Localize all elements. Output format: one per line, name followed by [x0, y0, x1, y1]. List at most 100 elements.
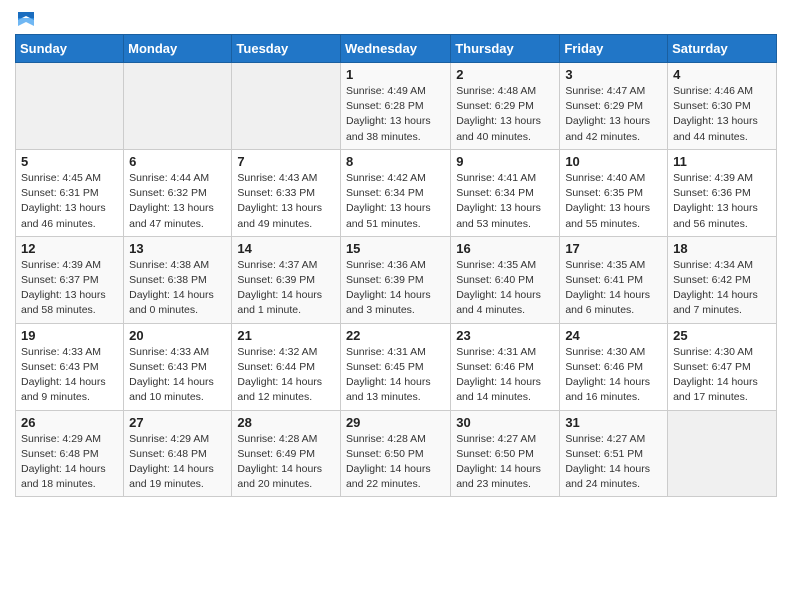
calendar-week-5: 26 Sunrise: 4:29 AM Sunset: 6:48 PM Dayli…: [16, 410, 777, 497]
calendar-week-4: 19 Sunrise: 4:33 AM Sunset: 6:43 PM Dayli…: [16, 323, 777, 410]
day-info: Sunrise: 4:33 AM Sunset: 6:43 PM Dayligh…: [129, 345, 226, 406]
calendar-cell: 10 Sunrise: 4:40 AM Sunset: 6:35 PM Dayli…: [560, 149, 668, 236]
day-info: Sunrise: 4:39 AM Sunset: 6:36 PM Dayligh…: [673, 171, 771, 232]
day-number: 13: [129, 241, 226, 256]
day-info: Sunrise: 4:35 AM Sunset: 6:41 PM Dayligh…: [565, 258, 662, 319]
day-info: Sunrise: 4:37 AM Sunset: 6:39 PM Dayligh…: [237, 258, 335, 319]
day-number: 12: [21, 241, 118, 256]
day-number: 8: [346, 154, 445, 169]
day-number: 26: [21, 415, 118, 430]
day-info: Sunrise: 4:46 AM Sunset: 6:30 PM Dayligh…: [673, 84, 771, 145]
day-number: 29: [346, 415, 445, 430]
weekday-header-friday: Friday: [560, 35, 668, 63]
calendar-cell: 30 Sunrise: 4:27 AM Sunset: 6:50 PM Dayli…: [451, 410, 560, 497]
calendar-week-1: 1Sunrise: 4:49 AM Sunset: 6:28 PM Daylig…: [16, 63, 777, 150]
calendar-cell: 25Sunrise: 4:30 AM Sunset: 6:47 PM Dayli…: [668, 323, 777, 410]
day-number: 3: [565, 67, 662, 82]
calendar-cell: 3 Sunrise: 4:47 AM Sunset: 6:29 PM Daylig…: [560, 63, 668, 150]
calendar-cell: 28Sunrise: 4:28 AM Sunset: 6:49 PM Dayli…: [232, 410, 341, 497]
calendar-cell: 11 Sunrise: 4:39 AM Sunset: 6:36 PM Dayli…: [668, 149, 777, 236]
day-info: Sunrise: 4:31 AM Sunset: 6:46 PM Dayligh…: [456, 345, 554, 406]
day-number: 17: [565, 241, 662, 256]
day-info: Sunrise: 4:43 AM Sunset: 6:33 PM Dayligh…: [237, 171, 335, 232]
day-info: Sunrise: 4:32 AM Sunset: 6:44 PM Dayligh…: [237, 345, 335, 406]
calendar-cell: 7 Sunrise: 4:43 AM Sunset: 6:33 PM Daylig…: [232, 149, 341, 236]
calendar-cell: 6 Sunrise: 4:44 AM Sunset: 6:32 PM Daylig…: [124, 149, 232, 236]
day-info: Sunrise: 4:36 AM Sunset: 6:39 PM Dayligh…: [346, 258, 445, 319]
logo-flag-icon: [16, 10, 38, 28]
calendar-cell: 12 Sunrise: 4:39 AM Sunset: 6:37 PM Dayli…: [16, 236, 124, 323]
weekday-header-sunday: Sunday: [16, 35, 124, 63]
day-number: 15: [346, 241, 445, 256]
day-number: 7: [237, 154, 335, 169]
calendar-cell: 23 Sunrise: 4:31 AM Sunset: 6:46 PM Dayli…: [451, 323, 560, 410]
calendar-cell: 29 Sunrise: 4:28 AM Sunset: 6:50 PM Dayli…: [340, 410, 450, 497]
day-info: Sunrise: 4:34 AM Sunset: 6:42 PM Dayligh…: [673, 258, 771, 319]
day-number: 27: [129, 415, 226, 430]
day-info: Sunrise: 4:47 AM Sunset: 6:29 PM Dayligh…: [565, 84, 662, 145]
calendar-cell: 8 Sunrise: 4:42 AM Sunset: 6:34 PM Daylig…: [340, 149, 450, 236]
day-info: Sunrise: 4:28 AM Sunset: 6:50 PM Dayligh…: [346, 432, 445, 493]
day-info: Sunrise: 4:29 AM Sunset: 6:48 PM Dayligh…: [21, 432, 118, 493]
day-number: 10: [565, 154, 662, 169]
day-number: 19: [21, 328, 118, 343]
day-info: Sunrise: 4:40 AM Sunset: 6:35 PM Dayligh…: [565, 171, 662, 232]
day-number: 9: [456, 154, 554, 169]
day-info: Sunrise: 4:27 AM Sunset: 6:50 PM Dayligh…: [456, 432, 554, 493]
calendar-cell: 5 Sunrise: 4:45 AM Sunset: 6:31 PM Daylig…: [16, 149, 124, 236]
day-info: Sunrise: 4:44 AM Sunset: 6:32 PM Dayligh…: [129, 171, 226, 232]
calendar-cell: [16, 63, 124, 150]
calendar-cell: 19 Sunrise: 4:33 AM Sunset: 6:43 PM Dayli…: [16, 323, 124, 410]
calendar-cell: 27 Sunrise: 4:29 AM Sunset: 6:48 PM Dayli…: [124, 410, 232, 497]
day-number: 18: [673, 241, 771, 256]
calendar-cell: [232, 63, 341, 150]
logo: [15, 10, 38, 26]
weekday-header-row: SundayMondayTuesdayWednesdayThursdayFrid…: [16, 35, 777, 63]
calendar-cell: 20 Sunrise: 4:33 AM Sunset: 6:43 PM Dayli…: [124, 323, 232, 410]
day-info: Sunrise: 4:30 AM Sunset: 6:47 PM Dayligh…: [673, 345, 771, 406]
day-info: Sunrise: 4:39 AM Sunset: 6:37 PM Dayligh…: [21, 258, 118, 319]
page-header: [15, 10, 777, 26]
calendar-cell: 26 Sunrise: 4:29 AM Sunset: 6:48 PM Dayli…: [16, 410, 124, 497]
calendar-cell: 1Sunrise: 4:49 AM Sunset: 6:28 PM Daylig…: [340, 63, 450, 150]
calendar-cell: 2Sunrise: 4:48 AM Sunset: 6:29 PM Daylig…: [451, 63, 560, 150]
day-number: 30: [456, 415, 554, 430]
day-info: Sunrise: 4:38 AM Sunset: 6:38 PM Dayligh…: [129, 258, 226, 319]
day-number: 20: [129, 328, 226, 343]
calendar-cell: 18 Sunrise: 4:34 AM Sunset: 6:42 PM Dayli…: [668, 236, 777, 323]
day-number: 21: [237, 328, 335, 343]
calendar-week-3: 12 Sunrise: 4:39 AM Sunset: 6:37 PM Dayli…: [16, 236, 777, 323]
calendar-cell: 4 Sunrise: 4:46 AM Sunset: 6:30 PM Daylig…: [668, 63, 777, 150]
calendar-cell: 24Sunrise: 4:30 AM Sunset: 6:46 PM Dayli…: [560, 323, 668, 410]
day-number: 4: [673, 67, 771, 82]
day-number: 23: [456, 328, 554, 343]
day-info: Sunrise: 4:41 AM Sunset: 6:34 PM Dayligh…: [456, 171, 554, 232]
day-info: Sunrise: 4:30 AM Sunset: 6:46 PM Dayligh…: [565, 345, 662, 406]
calendar-cell: 31 Sunrise: 4:27 AM Sunset: 6:51 PM Dayli…: [560, 410, 668, 497]
calendar-cell: 22Sunrise: 4:31 AM Sunset: 6:45 PM Dayli…: [340, 323, 450, 410]
day-info: Sunrise: 4:33 AM Sunset: 6:43 PM Dayligh…: [21, 345, 118, 406]
calendar-table: SundayMondayTuesdayWednesdayThursdayFrid…: [15, 34, 777, 497]
day-number: 31: [565, 415, 662, 430]
calendar-cell: [124, 63, 232, 150]
weekday-header-thursday: Thursday: [451, 35, 560, 63]
day-number: 11: [673, 154, 771, 169]
day-info: Sunrise: 4:29 AM Sunset: 6:48 PM Dayligh…: [129, 432, 226, 493]
day-number: 22: [346, 328, 445, 343]
calendar-cell: 9 Sunrise: 4:41 AM Sunset: 6:34 PM Daylig…: [451, 149, 560, 236]
calendar-cell: 13 Sunrise: 4:38 AM Sunset: 6:38 PM Dayli…: [124, 236, 232, 323]
day-info: Sunrise: 4:35 AM Sunset: 6:40 PM Dayligh…: [456, 258, 554, 319]
weekday-header-monday: Monday: [124, 35, 232, 63]
day-number: 2: [456, 67, 554, 82]
day-number: 6: [129, 154, 226, 169]
weekday-header-tuesday: Tuesday: [232, 35, 341, 63]
day-info: Sunrise: 4:27 AM Sunset: 6:51 PM Dayligh…: [565, 432, 662, 493]
day-info: Sunrise: 4:42 AM Sunset: 6:34 PM Dayligh…: [346, 171, 445, 232]
weekday-header-saturday: Saturday: [668, 35, 777, 63]
calendar-cell: 17 Sunrise: 4:35 AM Sunset: 6:41 PM Dayli…: [560, 236, 668, 323]
calendar-week-2: 5 Sunrise: 4:45 AM Sunset: 6:31 PM Daylig…: [16, 149, 777, 236]
day-number: 14: [237, 241, 335, 256]
day-info: Sunrise: 4:45 AM Sunset: 6:31 PM Dayligh…: [21, 171, 118, 232]
day-number: 5: [21, 154, 118, 169]
calendar-cell: 16Sunrise: 4:35 AM Sunset: 6:40 PM Dayli…: [451, 236, 560, 323]
